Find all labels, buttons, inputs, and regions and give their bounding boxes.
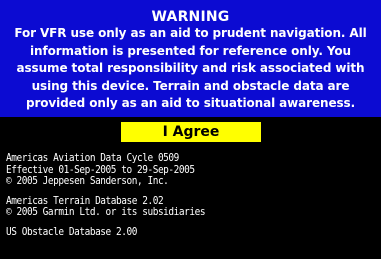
warning-text-line: provided only as an aid to situational a… [25, 96, 356, 110]
database-info-panel: Americas Aviation Data Cycle 0509 Effect… [0, 147, 381, 259]
terrain-database-info: Americas Terrain Database 2.02 © 2005 Ga… [6, 195, 381, 219]
warning-title: WARNING [151, 9, 230, 25]
agree-bar: I Agree [0, 117, 381, 147]
database-info-line: US Obstacle Database 2.00 [6, 225, 137, 238]
warning-panel: WARNING For VFR use only as an aid to pr… [0, 0, 381, 117]
i-agree-button[interactable]: I Agree [121, 122, 261, 142]
warning-text-line: using this device. Terrain and obstacle … [31, 78, 350, 93]
obstacle-database-info: US Obstacle Database 2.00 [6, 225, 381, 239]
aviation-database-info: Americas Aviation Data Cycle 0509 Effect… [6, 152, 381, 188]
startup-screen: WARNING For VFR use only as an aid to pr… [0, 0, 381, 259]
warning-text-line: assume total responsibility and risk ass… [16, 61, 365, 75]
database-info-line: © 2005 Garmin Ltd. or its subsidiaries [6, 206, 206, 218]
warning-text-line: information is presented for reference o… [30, 43, 351, 58]
warning-text-line: For VFR use only as an aid to prudent na… [14, 26, 367, 40]
database-info-line: © 2005 Jeppesen Sanderson, Inc. [6, 175, 169, 187]
